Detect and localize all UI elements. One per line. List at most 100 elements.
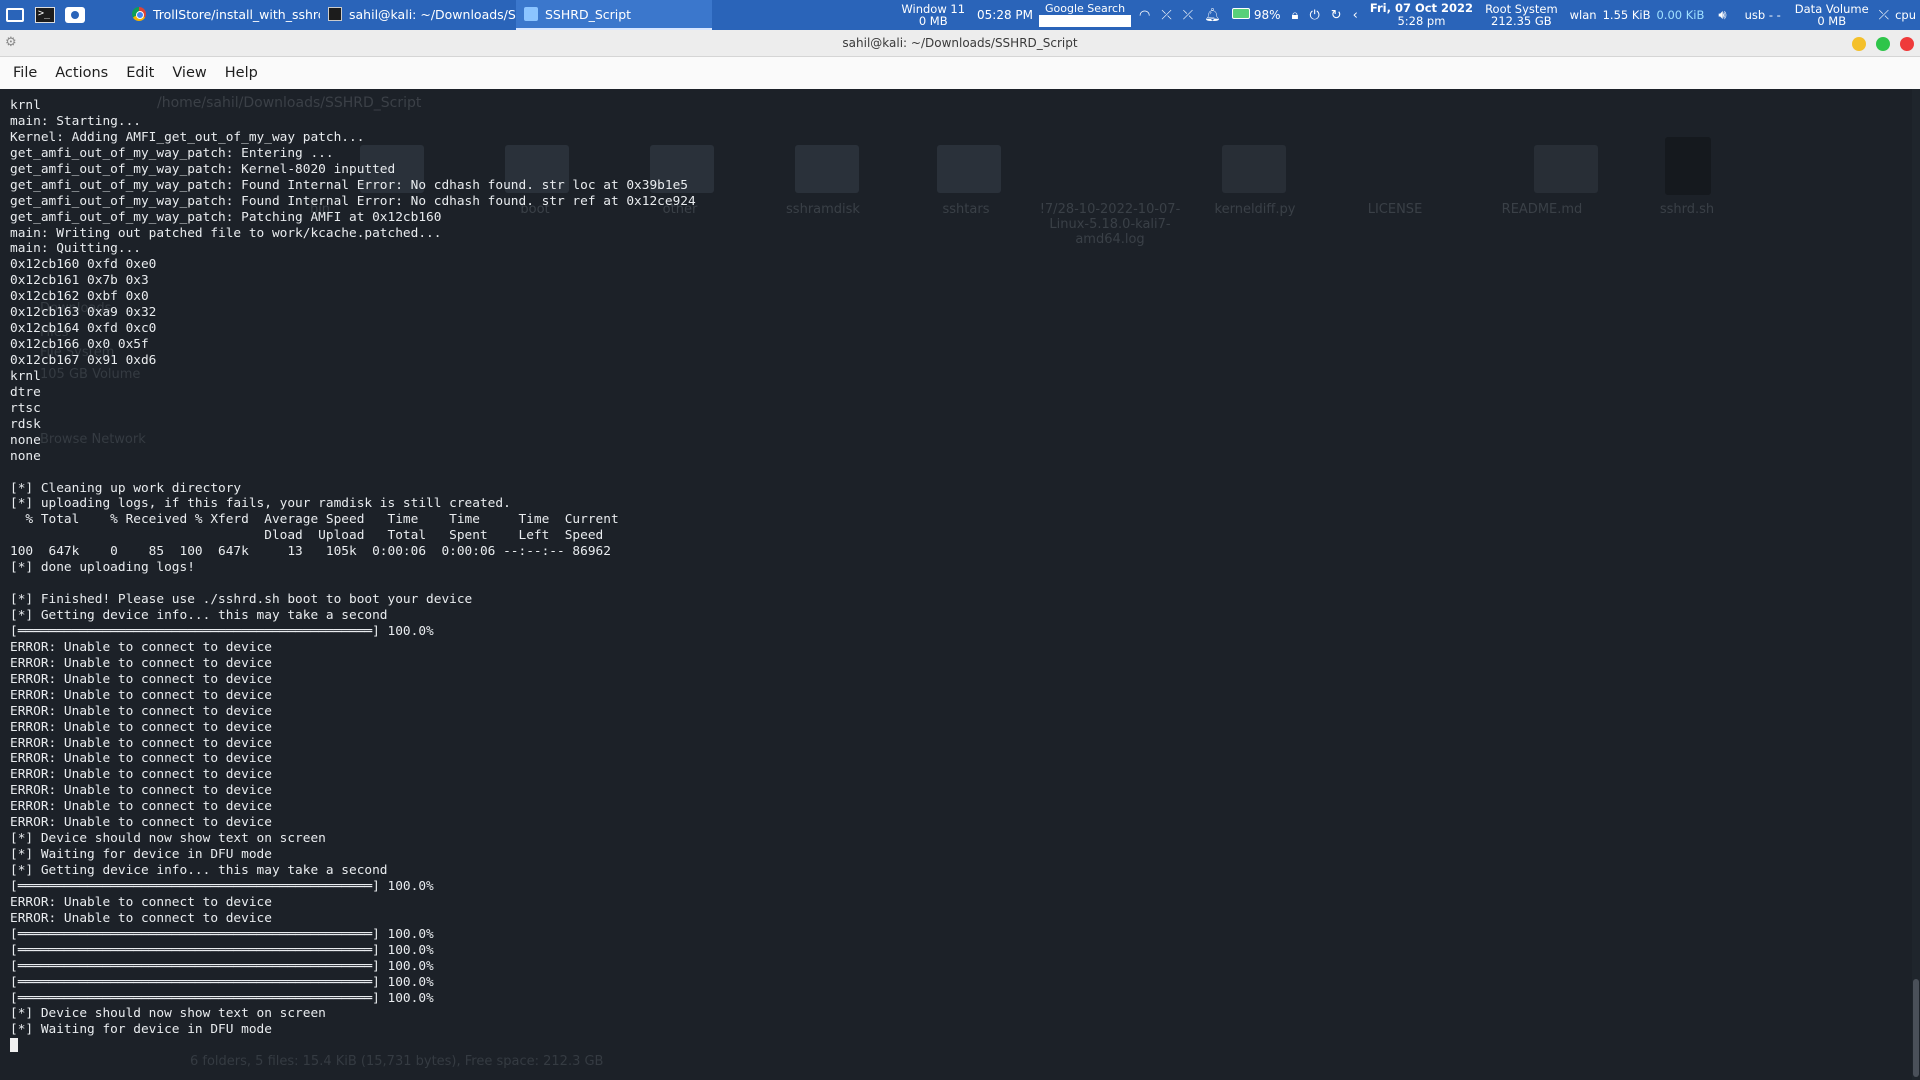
terminal-line: rtsc xyxy=(10,400,41,416)
terminal-line: [*] Waiting for device in DFU mode xyxy=(10,847,272,863)
terminal-scrollbar[interactable] xyxy=(1912,89,1920,1080)
terminal-line: ERROR: Unable to connect to device xyxy=(10,910,272,926)
terminal-line: none xyxy=(10,432,41,448)
power-icon[interactable]: ⏻ xyxy=(1309,8,1319,23)
terminal-line: % Total % Received % Xferd Average Speed… xyxy=(10,512,619,528)
wifi-icon[interactable]: ◠ xyxy=(1139,8,1150,23)
battery-percent: 98% xyxy=(1253,7,1281,22)
terminal-line: [*] uploading logs, if this fails, your … xyxy=(10,496,511,512)
terminal-line: [═══════════════════════════════════════… xyxy=(10,878,434,894)
taskbar-item-label: SSHRD_Script xyxy=(545,6,632,22)
battery-indicator[interactable]: 98% xyxy=(1231,7,1281,23)
window-controls xyxy=(1852,37,1914,51)
terminal-view[interactable]: /home/sahil/Downloads/SSHRD_Script bin b… xyxy=(0,89,1920,1080)
terminal-line: ERROR: Unable to connect to device xyxy=(10,894,272,910)
panel-clock: 05:28 PM xyxy=(977,8,1034,22)
data-volume-monitor: Data Volume 0 MB xyxy=(1795,3,1869,27)
menu-help[interactable]: Help xyxy=(216,65,267,81)
terminal-line: 0x12cb163 0xa9 0x32 xyxy=(10,305,157,321)
screenshot-launcher[interactable] xyxy=(60,0,90,30)
menu-bar: File Actions Edit View Help xyxy=(0,57,1920,89)
monitor-value: 212.35 GB xyxy=(1491,14,1552,28)
lock-icon[interactable]: 🔒︎ xyxy=(1292,8,1299,23)
root-fs-monitor: Root System 212.35 GB xyxy=(1485,3,1558,27)
window-titlebar[interactable]: ⚙ sahil@kali: ~/Downloads/SSHRD_Script xyxy=(0,30,1920,57)
menu-edit[interactable]: Edit xyxy=(117,65,163,81)
volume-icon[interactable]: 🔊︎ xyxy=(1718,8,1726,23)
terminal-line: 0x12cb166 0x0 0x5f xyxy=(10,337,149,353)
terminal-line: 0x12cb164 0xfd 0xc0 xyxy=(10,321,157,337)
desktop-icon xyxy=(6,8,24,22)
window-memory-monitor: Window 11 0 MB xyxy=(901,3,965,27)
google-search-input[interactable] xyxy=(1039,15,1132,27)
monitor-value: 0 MB xyxy=(918,14,948,28)
terminal-line: get_amfi_out_of_my_way_patch: Found Inte… xyxy=(10,193,696,209)
terminal-line: Kernel: Adding AMFI_get_out_of_my_way pa… xyxy=(10,129,365,145)
show-desktop-button[interactable] xyxy=(0,0,30,30)
terminal-line: [═══════════════════════════════════════… xyxy=(10,958,434,974)
terminal-line: [═══════════════════════════════════════… xyxy=(10,926,434,942)
usb-monitor: usb - - xyxy=(1744,8,1781,22)
close-button[interactable] xyxy=(1900,37,1914,51)
chevron-left-icon[interactable]: ‹ xyxy=(1353,8,1358,23)
folder-icon xyxy=(524,7,538,21)
terminal-line: [═══════════════════════════════════════… xyxy=(10,942,434,958)
minimize-button[interactable] xyxy=(1852,37,1866,51)
bluetooth-icon[interactable]: ⤫ xyxy=(1183,8,1193,23)
terminal-prompt[interactable] xyxy=(10,1038,1890,1054)
terminal-line: ERROR: Unable to connect to device xyxy=(10,735,272,751)
menu-file[interactable]: File xyxy=(4,65,46,81)
terminal-line: ERROR: Unable to connect to device xyxy=(10,719,272,735)
terminal-line: ERROR: Unable to connect to device xyxy=(10,767,272,783)
text-cursor xyxy=(10,1038,18,1053)
taskbar-item-label: TrollStore/install_with_sshrd... xyxy=(153,6,320,22)
terminal-line: [*] Finished! Please use ./sshrd.sh boot… xyxy=(10,592,473,608)
terminal-line: none xyxy=(10,448,41,464)
window-title: sahil@kali: ~/Downloads/SSHRD_Script xyxy=(842,36,1078,50)
terminal-line: 0x12cb167 0x91 0xd6 xyxy=(10,353,157,368)
terminal-line: [*] done uploading logs! xyxy=(10,560,195,576)
wlan-tx: 0.00 KiB xyxy=(1656,8,1705,22)
terminal-line: [*] Device should now show text on scree… xyxy=(10,831,326,847)
menu-view[interactable]: View xyxy=(163,65,215,81)
time-label: 5:28 pm xyxy=(1397,14,1446,28)
terminal-line: ERROR: Unable to connect to device xyxy=(10,655,272,671)
gear-icon[interactable]: ⚙ xyxy=(5,35,17,50)
date-time[interactable]: Fri, 07 Oct 2022 5:28 pm xyxy=(1370,2,1473,28)
maximize-button[interactable] xyxy=(1876,37,1890,51)
terminal-line: [*] Device should now show text on scree… xyxy=(10,1006,326,1022)
terminal-line: dtre xyxy=(10,384,41,400)
bluetooth-off-icon[interactable]: ⤫ xyxy=(1161,8,1171,23)
taskbar-item-files[interactable]: SSHRD_Script xyxy=(516,0,712,30)
terminal-launcher[interactable]: >_ xyxy=(30,0,60,30)
terminal-line: [═══════════════════════════════════════… xyxy=(10,974,434,990)
bluetooth-disabled-icon[interactable]: ⤫ xyxy=(1879,8,1889,23)
terminal-line: ERROR: Unable to connect to device xyxy=(10,783,272,799)
terminal-line: 0x12cb161 0x7b 0x3 xyxy=(10,273,149,289)
terminal-line: [*] Waiting for device in DFU mode xyxy=(10,1022,272,1038)
refresh-icon[interactable]: ↻ xyxy=(1331,8,1342,23)
menu-actions[interactable]: Actions xyxy=(46,65,117,81)
terminal-output: krnl main: Starting... Kernel: Adding AMFI… xyxy=(10,98,1890,1054)
scrollbar-thumb[interactable] xyxy=(1913,979,1919,1077)
cpu-monitor: cpu xyxy=(1895,8,1916,22)
google-search-label: Google Search xyxy=(1044,2,1126,15)
terminal-line: [═══════════════════════════════════════… xyxy=(10,990,434,1006)
terminal-line: 100 647k 0 85 100 647k 13 105k 0:00:06 0… xyxy=(10,544,611,560)
terminal-line: [*] Cleaning up work directory xyxy=(10,480,242,496)
ghost-statusbar: 6 folders, 5 files: 15.4 KiB (15,731 byt… xyxy=(190,1054,604,1069)
taskbar-item-browser[interactable]: TrollStore/install_with_sshrd... xyxy=(124,0,320,30)
taskbar-item-terminal[interactable]: sahil@kali: ~/Downloads/SSH... xyxy=(320,0,516,30)
terminal-line: main: Starting... xyxy=(10,113,141,129)
notification-bell-icon[interactable]: 🔔︎ xyxy=(1204,8,1221,23)
terminal-line: 0x12cb160 0xfd 0xe0 xyxy=(10,257,157,273)
wlan-rx: 1.55 KiB xyxy=(1602,8,1651,22)
terminal-icon xyxy=(328,7,342,21)
monitor-value: 0 MB xyxy=(1817,14,1847,28)
terminal-icon: >_ xyxy=(35,7,55,23)
terminal-line: [═══════════════════════════════════════… xyxy=(10,623,434,639)
terminal-line: main: Writing out patched file to work/k… xyxy=(10,225,442,241)
taskbar-item-label: sahil@kali: ~/Downloads/SSH... xyxy=(349,6,516,22)
terminal-line: get_amfi_out_of_my_way_patch: Kernel-802… xyxy=(10,161,396,177)
